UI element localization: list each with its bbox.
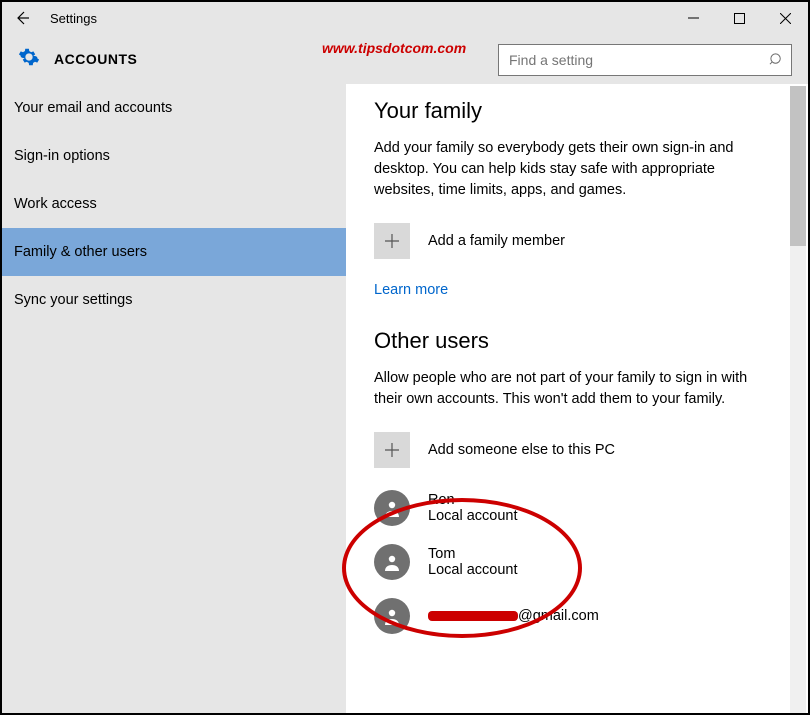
body: Your email and accounts Sign-in options …: [2, 84, 808, 713]
sidebar-item-sync[interactable]: Sync your settings: [2, 276, 346, 324]
sidebar-item-label: Work access: [14, 196, 97, 212]
sidebar: Your email and accounts Sign-in options …: [2, 84, 346, 713]
sidebar-item-email[interactable]: Your email and accounts: [2, 84, 346, 132]
family-heading: Your family: [374, 98, 782, 124]
person-icon: [382, 606, 402, 626]
gear-icon: [18, 46, 40, 73]
sidebar-item-label: Your email and accounts: [14, 100, 172, 116]
user-name: Ron: [428, 492, 517, 508]
titlebar: Settings: [2, 2, 808, 34]
arrow-left-icon: [14, 10, 30, 26]
learn-more-link[interactable]: Learn more: [374, 282, 448, 298]
add-other-button[interactable]: Add someone else to this PC: [374, 432, 782, 468]
other-heading: Other users: [374, 328, 782, 354]
user-type: Local account: [428, 562, 517, 578]
user-row[interactable]: @gmail.com: [374, 598, 782, 634]
maximize-button[interactable]: [716, 2, 762, 34]
close-button[interactable]: [762, 2, 808, 34]
sidebar-item-label: Sign-in options: [14, 148, 110, 164]
email-suffix: @gmail.com: [518, 608, 599, 624]
search-icon: [769, 52, 784, 72]
back-button[interactable]: [2, 2, 42, 34]
header: ACCOUNTS www.tipsdotcom.com: [2, 34, 808, 84]
other-desc: Allow people who are not part of your fa…: [374, 368, 754, 410]
search-wrap: [498, 44, 792, 76]
scrollbar[interactable]: [790, 86, 806, 713]
section-heading: ACCOUNTS: [54, 51, 137, 67]
window-controls: [670, 2, 808, 34]
sidebar-item-label: Family & other users: [14, 244, 147, 260]
plus-icon: [383, 232, 401, 250]
search-input[interactable]: [498, 44, 792, 76]
avatar: [374, 598, 410, 634]
sidebar-item-label: Sync your settings: [14, 292, 132, 308]
maximize-icon: [734, 13, 745, 24]
add-other-label: Add someone else to this PC: [428, 442, 615, 458]
user-name: @gmail.com: [428, 608, 599, 624]
sidebar-item-family[interactable]: Family & other users: [2, 228, 346, 276]
user-type: Local account: [428, 508, 517, 524]
user-row[interactable]: Ron Local account: [374, 490, 782, 526]
person-icon: [382, 552, 402, 572]
add-family-button[interactable]: Add a family member: [374, 223, 782, 259]
user-row[interactable]: Tom Local account: [374, 544, 782, 580]
sidebar-item-work[interactable]: Work access: [2, 180, 346, 228]
person-icon: [382, 498, 402, 518]
family-desc: Add your family so everybody gets their …: [374, 138, 754, 201]
minimize-icon: [688, 13, 699, 24]
add-family-label: Add a family member: [428, 233, 565, 249]
user-info: @gmail.com: [428, 608, 599, 624]
content: Your family Add your family so everybody…: [346, 84, 808, 713]
scrollbar-thumb[interactable]: [790, 86, 806, 246]
sidebar-item-signin[interactable]: Sign-in options: [2, 132, 346, 180]
user-info: Ron Local account: [428, 492, 517, 524]
user-name: Tom: [428, 546, 517, 562]
redacted-text: [428, 611, 518, 621]
avatar: [374, 490, 410, 526]
watermark-text: www.tipsdotcom.com: [322, 40, 466, 56]
window-title: Settings: [42, 11, 670, 26]
close-icon: [780, 13, 791, 24]
minimize-button[interactable]: [670, 2, 716, 34]
user-info: Tom Local account: [428, 546, 517, 578]
plus-icon: [383, 441, 401, 459]
plus-box: [374, 432, 410, 468]
avatar: [374, 544, 410, 580]
plus-box: [374, 223, 410, 259]
